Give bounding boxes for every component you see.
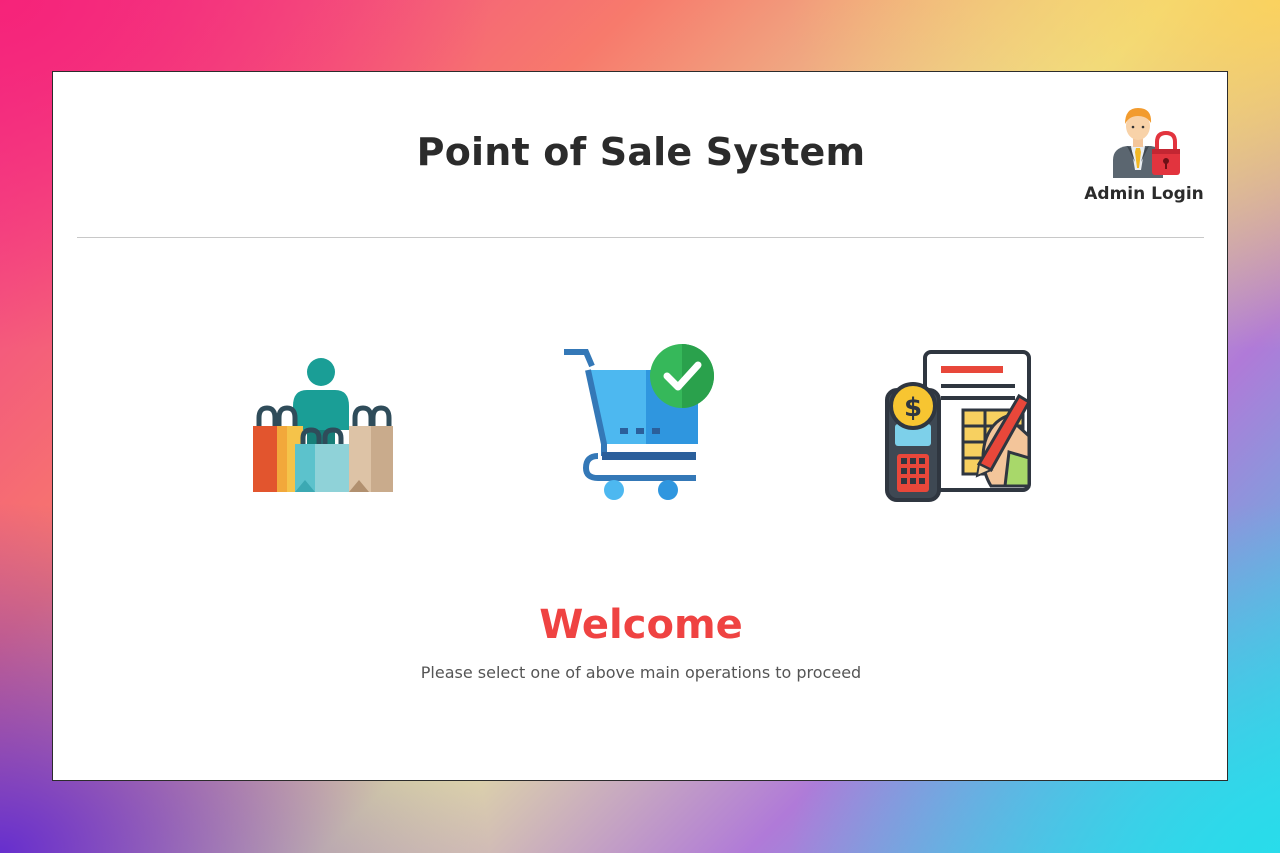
billing-operation-button[interactable]: $ bbox=[879, 346, 1039, 506]
svg-text:$: $ bbox=[904, 393, 922, 423]
header-divider bbox=[77, 237, 1204, 238]
app-window: Point of Sale System Admin Login $ Welco… bbox=[52, 71, 1228, 781]
welcome-heading: Welcome bbox=[539, 602, 743, 648]
admin-login-label: Admin Login bbox=[1084, 184, 1204, 204]
billing-invoice-icon: $ bbox=[885, 350, 1032, 502]
customers-operation-button[interactable] bbox=[245, 350, 395, 500]
admin-lock-icon bbox=[1113, 108, 1180, 178]
sales-cart-operation-button[interactable] bbox=[558, 344, 723, 509]
welcome-message: Please select one of above main operatio… bbox=[420, 663, 862, 682]
admin-login-button[interactable]: Admin Login bbox=[1079, 102, 1209, 210]
customers-shopping-bags-icon bbox=[253, 358, 393, 492]
shopping-cart-check-icon bbox=[564, 344, 714, 500]
page-title: Point of Sale System bbox=[416, 130, 866, 174]
